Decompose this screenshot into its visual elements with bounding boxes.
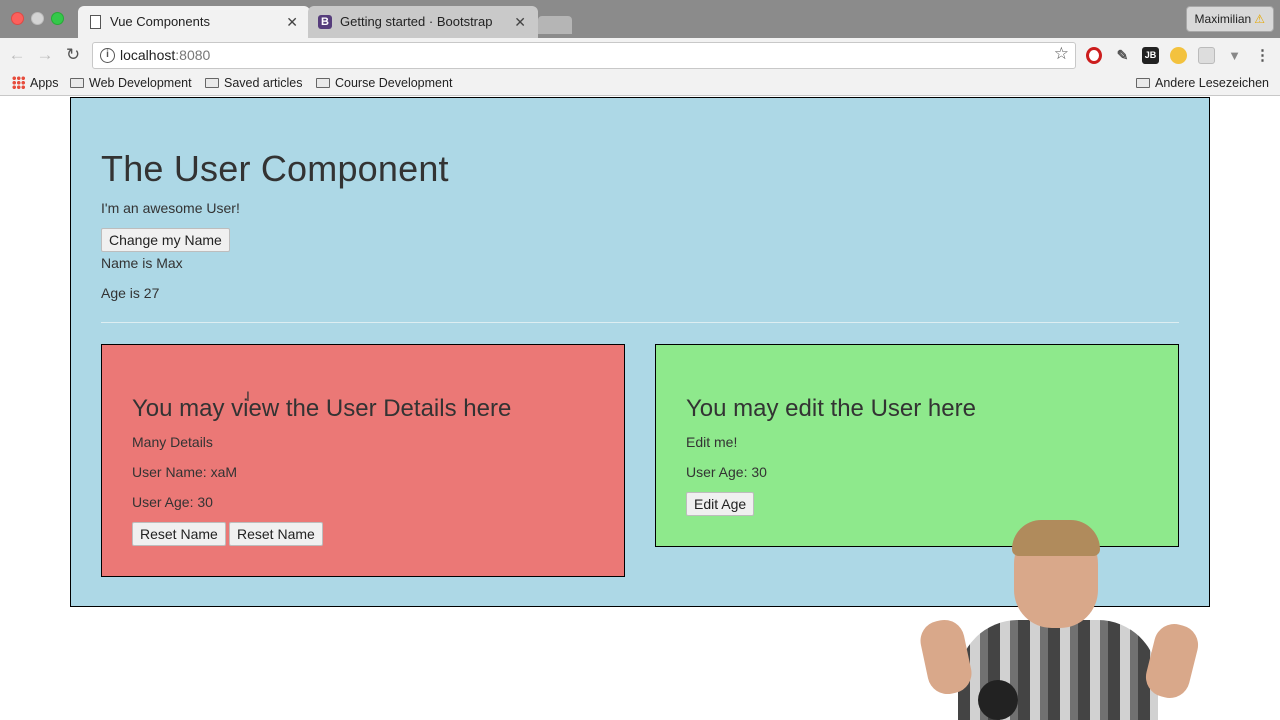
name-text: Name is Max — [101, 255, 183, 271]
profile-name: Maximilian — [1194, 12, 1252, 26]
presenter-right-hand — [1141, 619, 1203, 703]
url-text: localhost:8080 — [120, 47, 211, 63]
tab-vue-components[interactable]: Vue Components ✕ — [78, 6, 310, 38]
bookmarks-bar: Apps Web Development Saved articles Cour… — [0, 72, 1280, 96]
reset-name-button-2[interactable]: Reset Name — [229, 522, 323, 546]
microphone-icon — [978, 680, 1018, 720]
new-tab-button[interactable] — [538, 16, 572, 34]
color-picker-extension-icon[interactable]: ✎ — [1114, 47, 1131, 64]
tab-title: Getting started · Bootstrap — [340, 14, 493, 29]
minimize-window-icon[interactable] — [31, 12, 44, 25]
user-detail-panel: You may view the User Details here Many … — [101, 344, 625, 577]
change-name-button[interactable]: Change my Name — [101, 228, 230, 252]
bookmark-other[interactable]: Andere Lesezeichen — [1136, 72, 1269, 94]
moon-extension-icon[interactable] — [1170, 47, 1187, 64]
warning-icon: ⚠ — [1254, 12, 1265, 26]
close-window-icon[interactable] — [11, 12, 24, 25]
profile-button[interactable]: Maximilian ⚠ — [1185, 6, 1274, 32]
close-tab-icon[interactable]: ✕ — [286, 6, 298, 38]
user-subtitle: I'm an awesome User! — [101, 200, 240, 216]
bookmark-saved-articles[interactable]: Saved articles — [205, 72, 303, 94]
tab-title: Vue Components — [110, 14, 210, 29]
forward-icon[interactable]: → — [34, 44, 56, 66]
address-bar[interactable]: i localhost:8080 ☆ — [92, 42, 1076, 69]
bookmark-course-development[interactable]: Course Development — [316, 72, 452, 94]
maximize-window-icon[interactable] — [51, 12, 64, 25]
vue-devtools-icon[interactable]: ▼ — [1226, 47, 1243, 64]
user-edit-panel: You may edit the User here Edit me! User… — [655, 344, 1179, 547]
folder-icon — [70, 78, 84, 88]
edit-title: You may edit the User here — [686, 395, 976, 422]
tab-strip: Vue Components ✕ B Getting started · Boo… — [0, 0, 1280, 38]
jetbrains-extension-icon[interactable]: JB — [1142, 47, 1159, 64]
bookmark-star-icon[interactable]: ☆ — [1054, 44, 1069, 64]
age-text: Age is 27 — [101, 285, 160, 301]
apps-grid-icon — [12, 76, 25, 89]
info-icon[interactable]: i — [100, 48, 115, 63]
reset-name-button[interactable]: Reset Name — [132, 522, 226, 546]
divider — [101, 322, 1179, 323]
presenter-left-hand — [916, 616, 976, 698]
browser-toolbar: ← → ↻ i localhost:8080 ☆ ✎ JB ▼ ⋮ — [0, 38, 1280, 72]
bootstrap-icon: B — [318, 15, 332, 29]
grid-extension-icon[interactable] — [1198, 47, 1215, 64]
opera-extension-icon[interactable] — [1086, 47, 1102, 64]
text-cursor-icon: I — [246, 388, 250, 404]
tab-bootstrap[interactable]: B Getting started · Bootstrap ✕ — [308, 6, 538, 38]
folder-icon — [1136, 78, 1150, 88]
reload-icon[interactable]: ↻ — [62, 44, 84, 66]
bookmark-web-development[interactable]: Web Development — [70, 72, 192, 94]
menu-icon[interactable]: ⋮ — [1254, 47, 1271, 64]
folder-icon — [205, 78, 219, 88]
presenter-hair — [1012, 520, 1100, 556]
edit-age-button[interactable]: Edit Age — [686, 492, 755, 516]
detail-user-age: User Age: 30 — [132, 494, 213, 510]
edit-text: Edit me! — [686, 434, 738, 450]
edit-user-age: User Age: 30 — [686, 464, 767, 480]
page-title: The User Component — [101, 148, 449, 189]
folder-icon — [316, 78, 330, 88]
presenter-video — [916, 520, 1218, 720]
bookmark-apps[interactable]: Apps — [12, 72, 59, 94]
detail-text: Many Details — [132, 434, 213, 450]
document-icon — [90, 15, 101, 29]
close-tab-icon[interactable]: ✕ — [514, 6, 526, 38]
detail-title: You may view the User Details here — [132, 395, 512, 422]
detail-user-name: User Name: xaM — [132, 464, 238, 480]
back-icon[interactable]: ← — [6, 44, 28, 66]
